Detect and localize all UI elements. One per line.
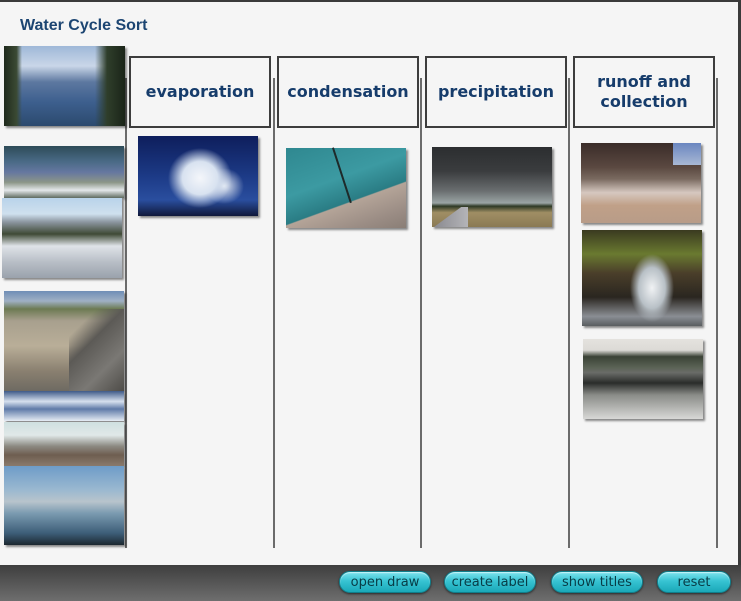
- gravel-bank: [69, 309, 124, 391]
- column-header-precipitation[interactable]: precipitation: [425, 56, 567, 128]
- show-titles-button[interactable]: show titles: [551, 571, 643, 593]
- column-header-label: runoff and collection: [597, 72, 691, 111]
- open-draw-button[interactable]: open draw: [339, 571, 431, 593]
- photo-cumulus-cloud[interactable]: [138, 136, 258, 216]
- column-divider: [568, 78, 570, 548]
- photo-waterfall[interactable]: [582, 230, 702, 326]
- photo-coast-treeline[interactable]: [4, 146, 124, 198]
- column-header-runoff-and-collection[interactable]: runoff and collection: [573, 56, 715, 128]
- tree-silhouette: [95, 46, 125, 126]
- sky: [673, 143, 701, 165]
- photo-lake-with-trees[interactable]: [4, 46, 125, 126]
- column-divider: [125, 78, 127, 548]
- column-header-label: condensation: [287, 82, 409, 101]
- photo-muddy-river-bank[interactable]: [4, 291, 124, 391]
- photo-canyon-river[interactable]: [581, 143, 701, 223]
- photo-rocky-surf[interactable]: [2, 198, 122, 278]
- water-cycle-sort-activity: Water Cycle Sort evaporation condensatio…: [0, 0, 741, 601]
- column-header-label: precipitation: [437, 82, 555, 101]
- photo-misty-lake[interactable]: [4, 466, 124, 545]
- photo-rainstorm-road[interactable]: [432, 147, 552, 227]
- tree-silhouette: [4, 46, 22, 126]
- photo-wet-umbrella[interactable]: [286, 147, 406, 228]
- column-header-evaporation[interactable]: evaporation: [129, 56, 271, 128]
- column-divider: [420, 78, 422, 548]
- column-header-condensation[interactable]: condensation: [277, 56, 419, 128]
- reset-button[interactable]: reset: [657, 571, 731, 593]
- photo-rain-on-pond[interactable]: [583, 339, 703, 419]
- create-label-button[interactable]: create label: [444, 571, 536, 593]
- top-border: [0, 0, 741, 2]
- column-divider: [716, 78, 718, 548]
- column-divider: [273, 78, 275, 548]
- column-header-label: evaporation: [145, 82, 255, 101]
- page-title: Water Cycle Sort: [20, 17, 148, 34]
- photo-snow-shadows[interactable]: [4, 391, 124, 421]
- road: [434, 207, 468, 227]
- photo-rocky-shore[interactable]: [4, 422, 124, 466]
- umbrella-rib: [332, 147, 352, 204]
